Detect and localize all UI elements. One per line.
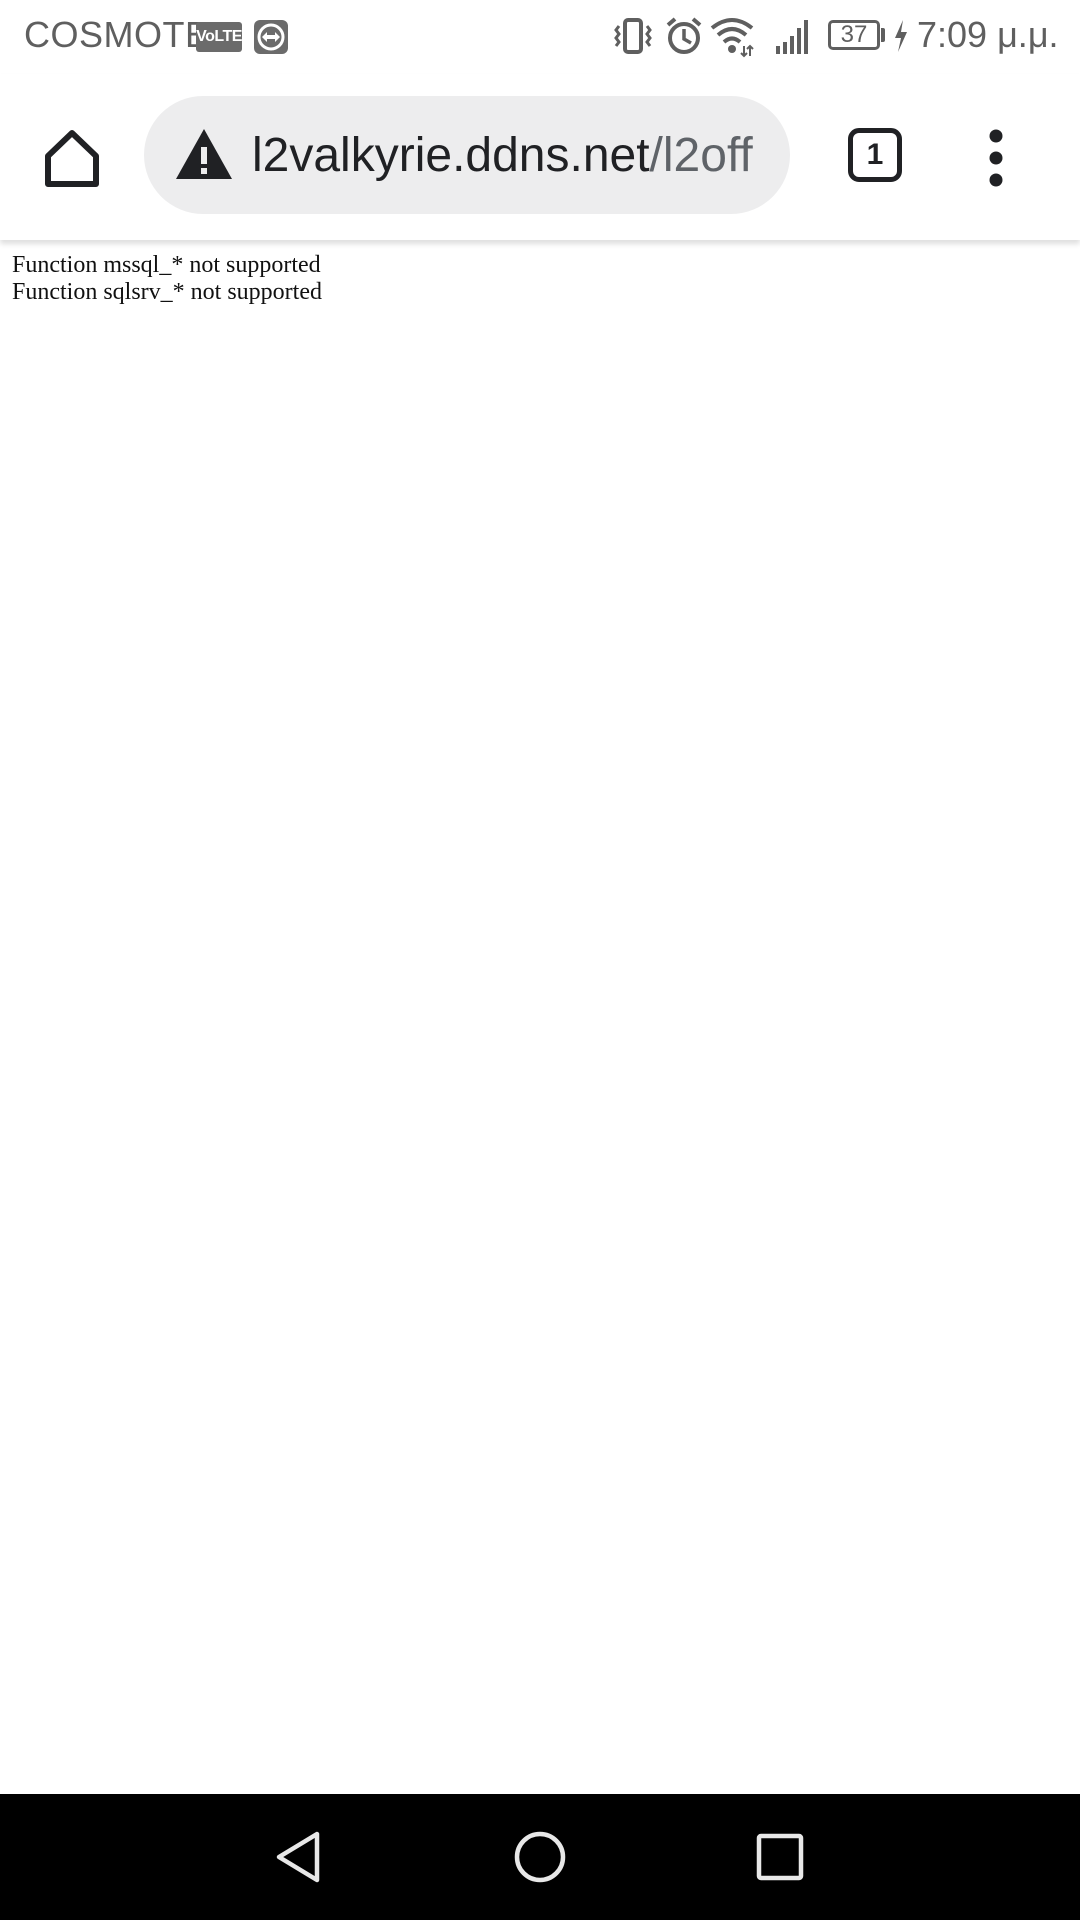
address-bar[interactable]: l2valkyrie.ddns.net/l2off	[144, 96, 790, 214]
url-host: l2valkyrie.ddns.net	[252, 129, 650, 182]
error-message: Function mssql_* not supported	[12, 252, 321, 278]
url-text[interactable]: l2valkyrie.ddns.net/l2off	[252, 126, 772, 186]
more-options-button[interactable]	[972, 126, 1020, 190]
home-circle-icon	[514, 1831, 566, 1883]
battery-tip	[881, 28, 885, 42]
alarm-icon	[664, 16, 704, 63]
vibrate-icon	[610, 16, 656, 63]
carrier-name: COSMOTE	[24, 14, 210, 55]
battery-icon: 37	[828, 20, 880, 50]
back-button[interactable]	[270, 1827, 330, 1887]
browser-toolbar: l2valkyrie.ddns.net/l2off 1	[0, 74, 1080, 240]
back-icon	[276, 1831, 320, 1883]
tab-switcher-button[interactable]: 1	[848, 128, 902, 182]
clock: 7:09 μ.μ.	[917, 14, 1059, 55]
error-message: Function sqlsrv_* not supported	[12, 279, 322, 305]
warning-icon[interactable]	[174, 126, 234, 182]
web-page-content: Function mssql_* not supported Function …	[0, 240, 1080, 1794]
home-button[interactable]	[40, 126, 104, 190]
recents-icon	[756, 1833, 804, 1881]
volte-badge: VoLTE	[196, 22, 242, 52]
cell-signal-icon	[774, 16, 814, 63]
system-navigation-bar	[0, 1794, 1080, 1920]
more-vert-icon	[989, 129, 1003, 187]
recents-button[interactable]	[750, 1827, 810, 1887]
status-bar: COSMOTE VoLTE 37 7:09 μ.μ.	[0, 0, 1080, 74]
home-nav-button[interactable]	[510, 1827, 570, 1887]
wifi-icon	[710, 16, 754, 63]
teamviewer-icon	[254, 20, 288, 54]
url-path: /l2off	[649, 129, 753, 182]
charging-icon	[893, 20, 909, 57]
home-icon	[45, 130, 99, 187]
